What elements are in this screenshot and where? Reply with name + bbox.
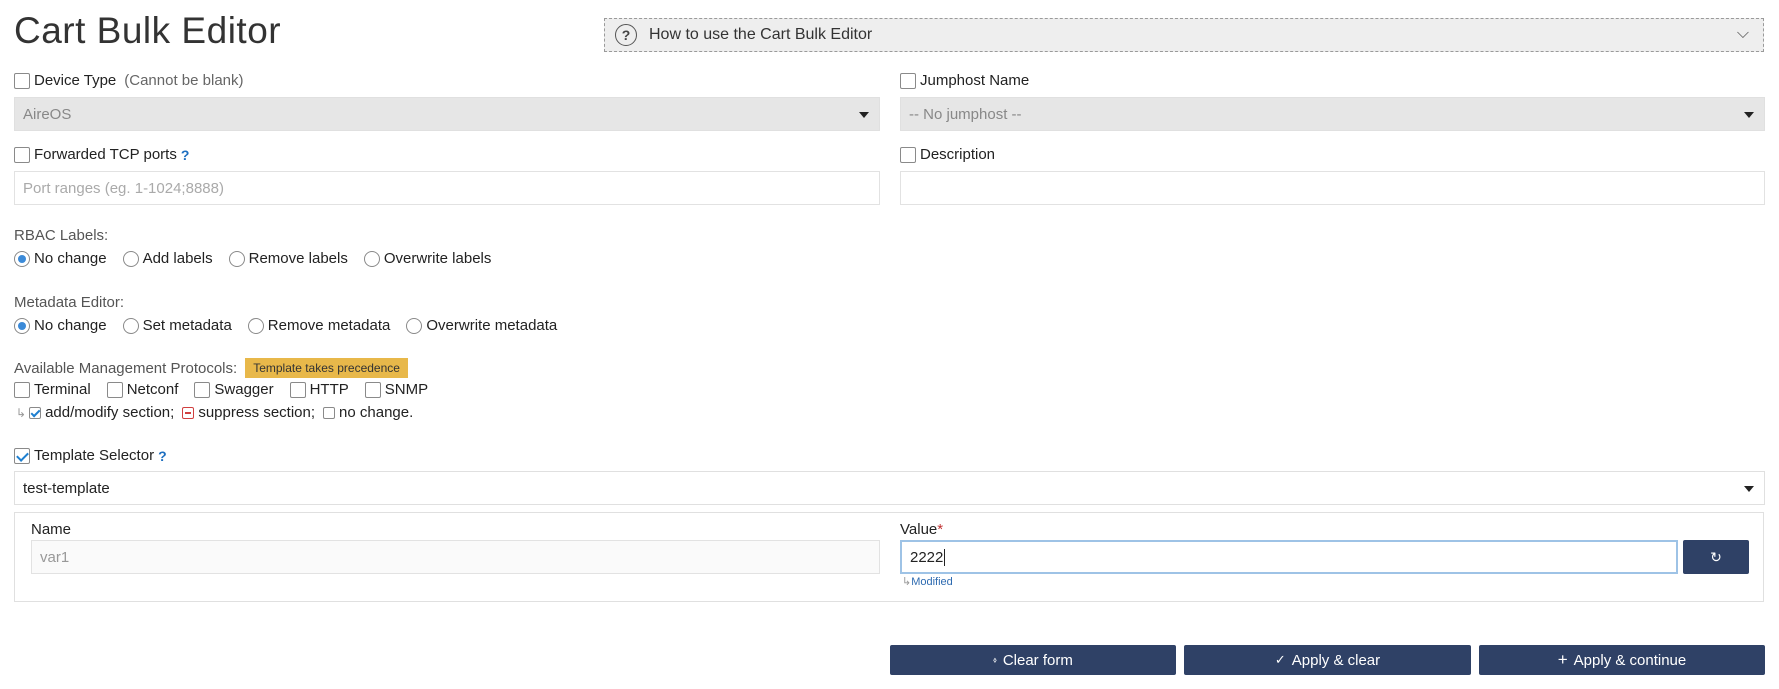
description-input[interactable]	[900, 171, 1765, 205]
radio-button[interactable]	[122, 250, 139, 267]
protocol-swagger[interactable]: Swagger	[194, 381, 274, 398]
protocols-checkbox-group: Terminal Netconf Swagger HTTP SNMP	[14, 381, 444, 398]
device-type-select[interactable]: AireOS	[14, 97, 880, 131]
apply-continue-button[interactable]: + Apply & continue	[1479, 645, 1765, 675]
template-precedence-badge: Template takes precedence	[245, 358, 408, 378]
radio-button[interactable]	[247, 317, 264, 334]
jumphost-header: Jumphost Name	[900, 72, 1029, 89]
protocol-terminal[interactable]: Terminal	[14, 381, 91, 398]
jumphost-value: -- No jumphost --	[909, 105, 1022, 123]
checkbox[interactable]	[194, 381, 211, 398]
legend-minus-icon	[182, 406, 195, 419]
forwarded-tcp-input[interactable]: Port ranges (eg. 1-1024;8888)	[14, 171, 880, 205]
jumphost-label: Jumphost Name	[920, 72, 1030, 89]
chevron-down-icon: ⌵	[1736, 25, 1749, 42]
protocol-netconf[interactable]: Netconf	[106, 381, 178, 398]
caret-down-icon	[859, 112, 869, 118]
rbac-option-no-change[interactable]: No change	[14, 250, 107, 267]
device-type-hint: (Cannot be blank)	[124, 72, 244, 89]
protocols-label: Available Management Protocols:	[14, 359, 238, 377]
plus-icon: +	[1557, 650, 1568, 669]
legend-empty-icon	[323, 406, 336, 419]
corner-arrow-icon: ↳	[902, 576, 912, 588]
device-type-label: Device Type	[34, 72, 117, 89]
check-icon: ✓	[1274, 652, 1286, 667]
clear-form-button[interactable]: ⬫ Clear form	[890, 645, 1176, 675]
variable-name-input: var1	[31, 540, 880, 574]
checkbox[interactable]	[364, 381, 381, 398]
question-circle-icon: ?	[615, 24, 637, 46]
metadata-option-no-change[interactable]: No change	[14, 317, 107, 334]
modified-indicator: ↳Modified	[902, 576, 953, 588]
reset-value-button[interactable]: ↻	[1683, 540, 1749, 574]
jumphost-select[interactable]: -- No jumphost --	[900, 97, 1765, 131]
template-selector-header: Template Selector ?	[14, 447, 167, 464]
help-question-icon[interactable]: ?	[158, 448, 167, 464]
rbac-radio-group: No change Add labels Remove labels Overw…	[14, 250, 507, 267]
radio-button[interactable]	[228, 250, 245, 267]
metadata-radio-group: No change Set metadata Remove metadata O…	[14, 317, 573, 334]
reset-icon: ↻	[1710, 548, 1722, 565]
rbac-label: RBAC Labels:	[14, 227, 109, 244]
required-marker: *	[937, 521, 944, 538]
description-header: Description	[900, 146, 995, 163]
jumphost-checkbox[interactable]	[900, 72, 916, 89]
description-checkbox[interactable]	[900, 146, 916, 163]
metadata-option-remove[interactable]: Remove metadata	[247, 317, 390, 334]
template-selector-checkbox[interactable]	[14, 447, 30, 464]
caret-down-icon	[1744, 486, 1754, 492]
metadata-option-set[interactable]: Set metadata	[122, 317, 232, 334]
rbac-option-remove[interactable]: Remove labels	[228, 250, 348, 267]
name-column-header: Name	[31, 521, 72, 538]
device-type-value: AireOS	[23, 105, 72, 123]
template-select[interactable]: test-template	[14, 471, 1765, 505]
rbac-option-add[interactable]: Add labels	[122, 250, 213, 267]
template-select-value: test-template	[23, 479, 110, 497]
eraser-icon: ⬫	[993, 652, 997, 667]
radio-button[interactable]	[406, 317, 423, 334]
caret-down-icon	[1744, 112, 1754, 118]
forwarded-tcp-label: Forwarded TCP ports	[34, 146, 177, 163]
metadata-option-overwrite[interactable]: Overwrite metadata	[406, 317, 557, 334]
value-column-header: Value*	[900, 521, 944, 538]
checkbox[interactable]	[289, 381, 306, 398]
protocols-header: Available Management Protocols: Template…	[14, 358, 408, 378]
apply-clear-button[interactable]: ✓ Apply & clear	[1184, 645, 1471, 675]
text-cursor	[944, 548, 946, 566]
page-title: Cart Bulk Editor	[14, 10, 282, 51]
radio-button[interactable]	[14, 250, 30, 267]
radio-button[interactable]	[14, 317, 30, 334]
checkbox[interactable]	[106, 381, 123, 398]
radio-button[interactable]	[122, 317, 139, 334]
rbac-option-overwrite[interactable]: Overwrite labels	[363, 250, 491, 267]
corner-arrow-icon: ↳	[16, 405, 27, 420]
forwarded-tcp-checkbox[interactable]	[14, 146, 30, 163]
description-label: Description	[920, 146, 996, 163]
forwarded-tcp-header: Forwarded TCP ports ?	[14, 146, 189, 163]
device-type-checkbox[interactable]	[14, 72, 30, 89]
help-accordion[interactable]: ? How to use the Cart Bulk Editor ⌵	[604, 18, 1764, 52]
variable-name-value: var1	[40, 548, 70, 566]
template-selector-label: Template Selector	[34, 447, 155, 464]
protocol-http[interactable]: HTTP	[289, 381, 349, 398]
radio-button[interactable]	[363, 250, 380, 267]
legend-checked-icon	[29, 406, 42, 419]
forwarded-tcp-placeholder: Port ranges (eg. 1-1024;8888)	[23, 179, 224, 197]
help-accordion-label: How to use the Cart Bulk Editor	[649, 26, 873, 43]
checkbox[interactable]	[14, 381, 30, 398]
metadata-label: Metadata Editor:	[14, 294, 125, 311]
device-type-header: Device Type (Cannot be blank)	[14, 72, 244, 89]
protocol-legend: ↳ add/modify section; suppress section; …	[16, 404, 414, 421]
protocol-snmp[interactable]: SNMP	[364, 381, 428, 398]
variable-value-input[interactable]: 2222	[900, 540, 1678, 574]
variable-value-text: 2222	[910, 548, 944, 566]
help-question-icon[interactable]: ?	[181, 147, 190, 163]
